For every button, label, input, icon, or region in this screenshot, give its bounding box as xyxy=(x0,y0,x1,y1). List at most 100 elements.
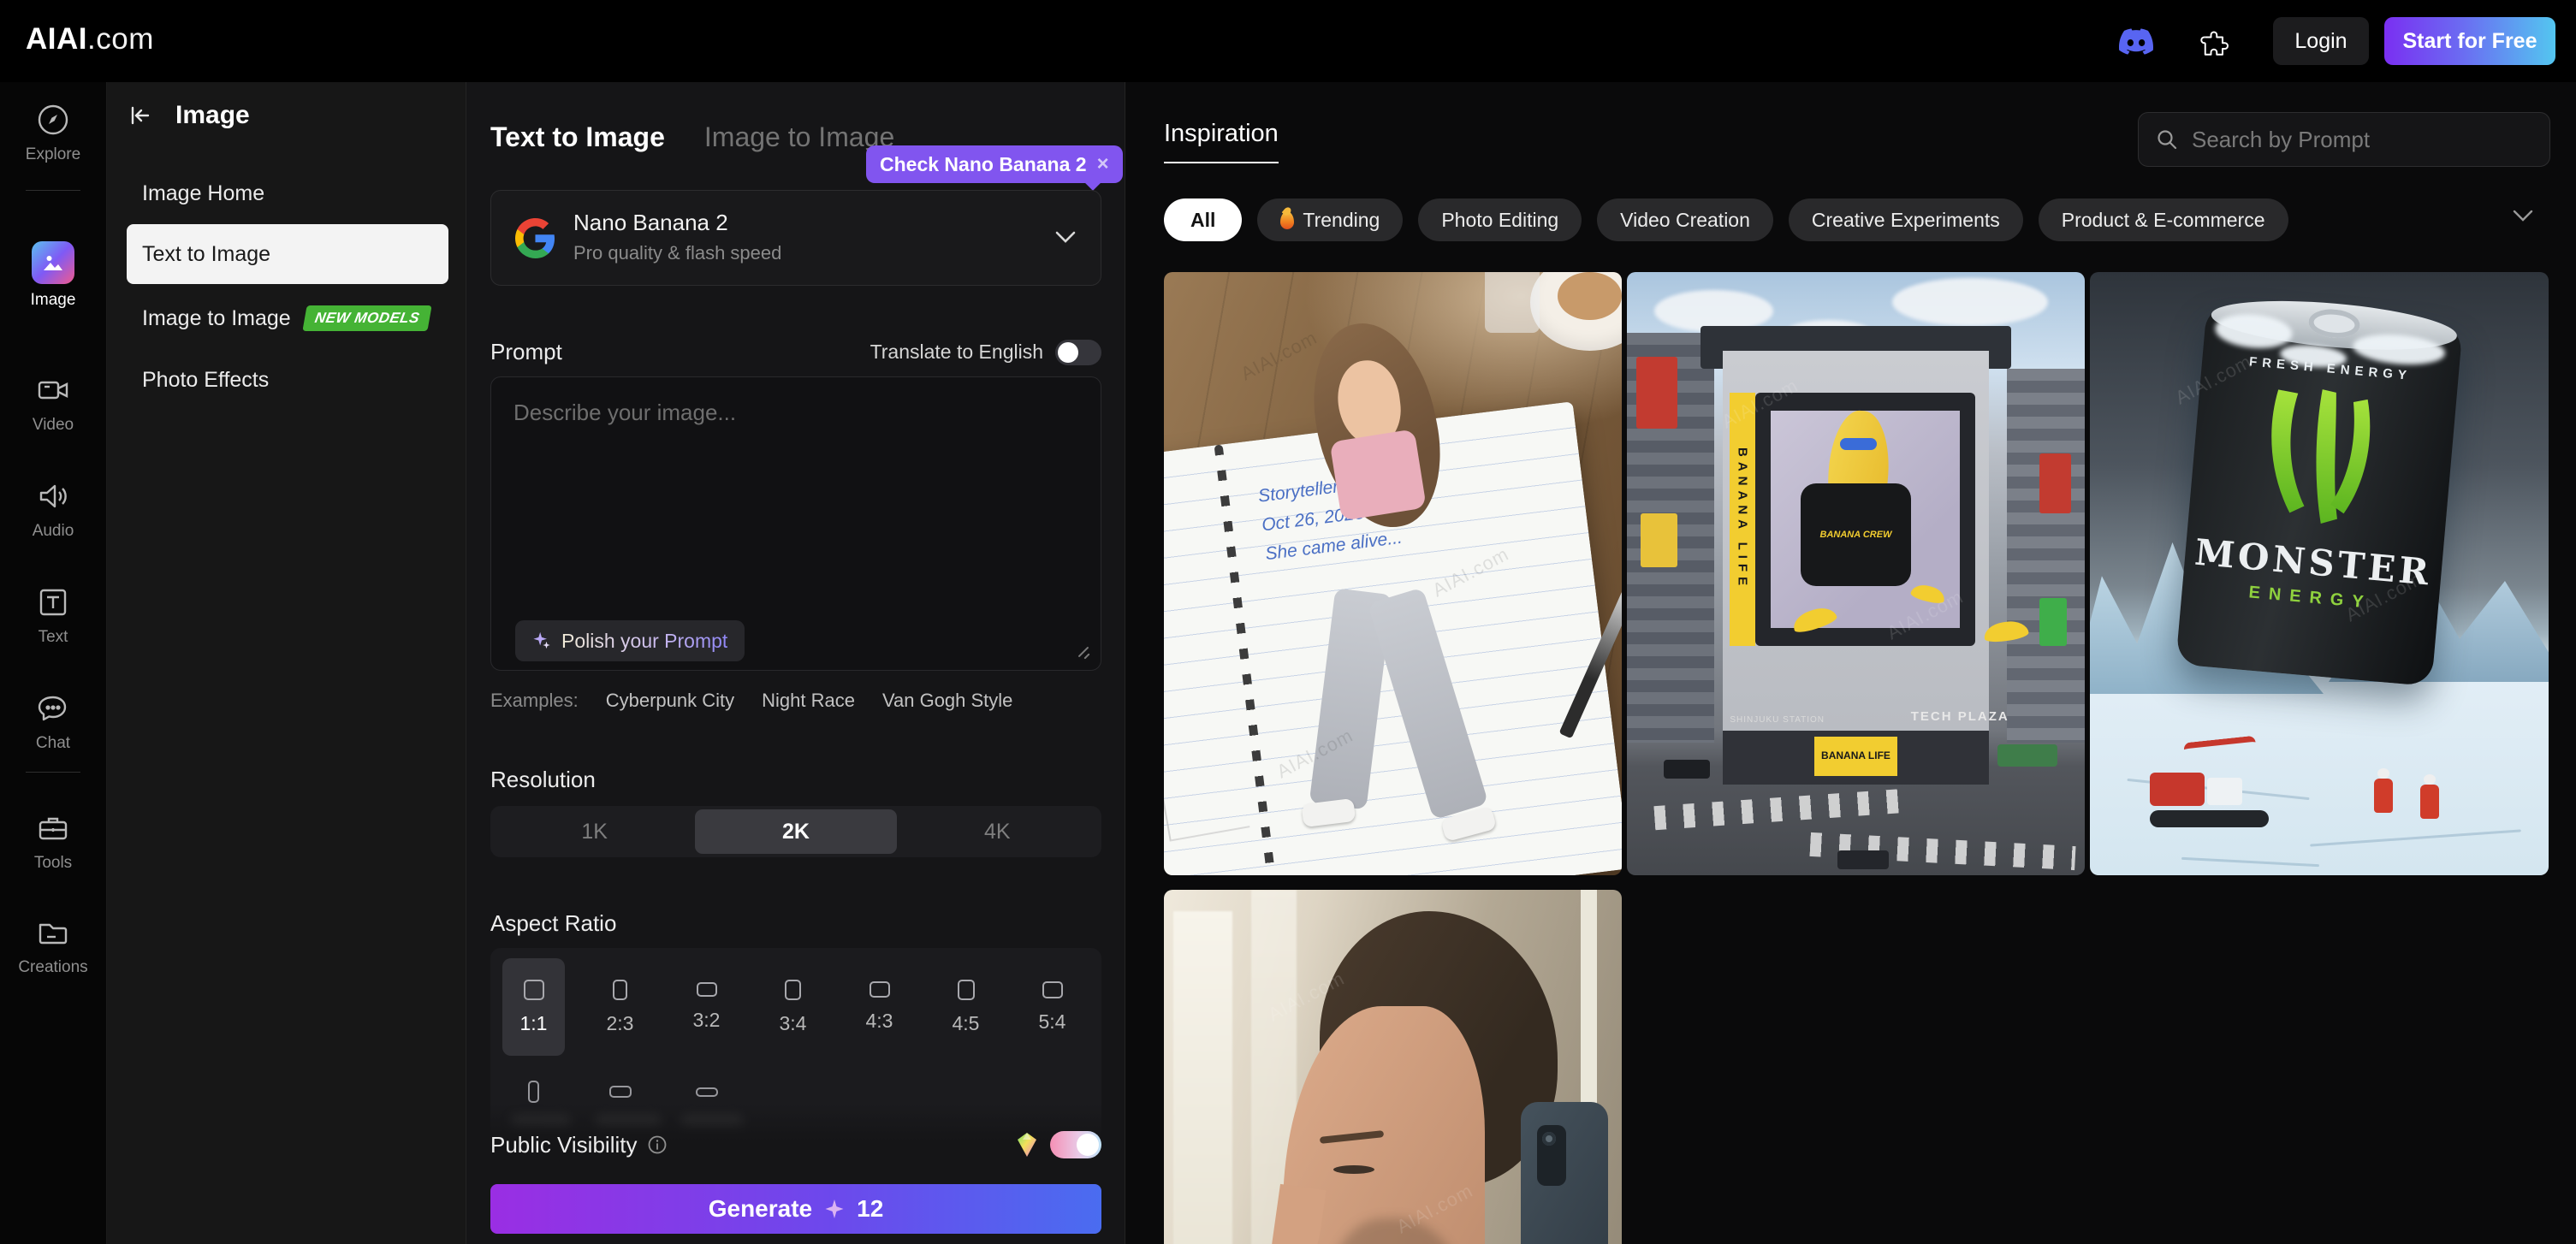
ratio-16-9-icon xyxy=(609,1086,632,1098)
flame-icon xyxy=(1280,211,1294,229)
example-night-race[interactable]: Night Race xyxy=(762,690,855,712)
logo-text-rest: .com xyxy=(87,22,154,56)
resolution-option-2k[interactable]: 2K xyxy=(695,809,896,854)
ratio-21-9-tile[interactable] xyxy=(675,1068,738,1116)
inspiration-card-monster-glacier[interactable]: FRESH ENERGY MONSTER ENERGY xyxy=(2090,272,2549,875)
ratio-label: 4:3 xyxy=(866,1010,893,1033)
inspiration-card-man-phone[interactable]: AIAI.com AIAI.com xyxy=(1164,890,1622,1244)
tooltip-close-icon[interactable]: × xyxy=(1097,152,1109,176)
ratio-1-1-tile[interactable]: 1:1 xyxy=(502,958,565,1056)
extension-puzzle-icon[interactable] xyxy=(2198,24,2232,58)
search-input[interactable] xyxy=(2192,127,2517,153)
ratio-2-3-tile[interactable]: 2:3 xyxy=(589,958,651,1056)
chip-product-ecommerce[interactable]: Product & E-commerce xyxy=(2039,198,2288,241)
prompt-input[interactable] xyxy=(491,377,1101,583)
rail-label: Chat xyxy=(36,734,70,753)
ratio-label: 3:4 xyxy=(780,1012,807,1035)
inspiration-card-girl-sketchbook[interactable]: Storyteller's Draft Oct 26, 2023 She cam… xyxy=(1164,272,1622,875)
public-visibility-row: Public Visibility xyxy=(490,1131,1101,1158)
sidebar-item-image-to-image[interactable]: Image to Image NEW MODELS xyxy=(127,298,448,339)
chip-creative-experiments[interactable]: Creative Experiments xyxy=(1789,198,2023,241)
category-chips: All Trending Photo Editing Video Creatio… xyxy=(1164,198,2288,241)
start-for-free-button[interactable]: Start for Free xyxy=(2384,17,2555,65)
inspiration-card-banana-city[interactable]: BANANA LIFE BANANA CREW SHINJUKU STATION… xyxy=(1627,272,2085,875)
collapse-sidebar-icon[interactable] xyxy=(128,104,151,127)
chevron-down-icon xyxy=(1054,230,1077,244)
model-selector[interactable]: Nano Banana 2 Pro quality & flash speed xyxy=(490,190,1101,286)
translate-row: Translate to English xyxy=(870,340,1101,365)
example-cyberpunk-city[interactable]: Cyberpunk City xyxy=(606,690,734,712)
google-logo-icon xyxy=(515,218,555,258)
rail-item-image[interactable]: Image xyxy=(0,241,106,310)
crosswalk-shape xyxy=(1653,788,1906,829)
chip-video-creation[interactable]: Video Creation xyxy=(1597,198,1773,241)
ratio-label: 2:3 xyxy=(607,1012,634,1035)
ratio-9-16-tile[interactable] xyxy=(502,1068,565,1116)
rail-item-explore[interactable]: Explore xyxy=(0,101,106,164)
explore-compass-icon xyxy=(34,101,72,139)
rail-item-creations[interactable]: Creations xyxy=(0,914,106,977)
translate-toggle[interactable] xyxy=(1055,340,1101,365)
rail-item-audio[interactable]: Audio xyxy=(0,477,106,541)
sidebar-item-label: Image to Image xyxy=(142,306,291,331)
ratio-label: 4:5 xyxy=(953,1012,980,1035)
folder-icon xyxy=(34,914,72,951)
search-icon xyxy=(2156,128,2178,151)
chips-expand-chevron-icon[interactable] xyxy=(2512,209,2534,222)
resolution-option-4k[interactable]: 4K xyxy=(897,809,1098,854)
ratio-4-5-tile[interactable]: 4:5 xyxy=(935,958,997,1056)
discord-icon[interactable] xyxy=(2119,24,2153,58)
tab-text-to-image[interactable]: Text to Image xyxy=(490,121,665,153)
app-root: AIAI.com Login Start for Free Explore Im… xyxy=(0,0,2576,1244)
banana-life-vertical-sign: BANANA LIFE xyxy=(1730,393,1754,646)
rail-label: Explore xyxy=(26,145,80,164)
ratio-5-4-tile[interactable]: 5:4 xyxy=(1021,958,1083,1056)
toggle-knob xyxy=(1058,342,1078,363)
login-button[interactable]: Login xyxy=(2273,17,2369,65)
ratio-3-2-tile[interactable]: 3:2 xyxy=(675,958,738,1056)
image-sidebar: Image Image Home Text to Image Image to … xyxy=(107,82,466,1244)
phone-shape xyxy=(1521,1102,1608,1244)
sidebar-item-label: Text to Image xyxy=(142,242,270,267)
hiker-figure-shape xyxy=(2374,779,2393,813)
example-van-gogh-style[interactable]: Van Gogh Style xyxy=(882,690,1012,712)
search-box[interactable] xyxy=(2138,112,2550,167)
sidebar-item-photo-effects[interactable]: Photo Effects xyxy=(127,359,448,400)
image-gradient-icon xyxy=(32,241,74,284)
snowcat-vehicle-shape xyxy=(2150,767,2269,827)
rail-item-text[interactable]: Text xyxy=(0,583,106,647)
coffee-surface-shape xyxy=(1558,272,1622,320)
briefcase-icon xyxy=(34,809,72,847)
building-shape xyxy=(2007,369,2085,743)
watermark: AIAI.com xyxy=(1237,326,1321,385)
textarea-resize-handle[interactable] xyxy=(1075,644,1090,660)
rail-item-video[interactable]: Video xyxy=(0,371,106,435)
logo-text-bold: AIAI xyxy=(26,22,87,56)
chip-all[interactable]: All xyxy=(1164,198,1242,241)
sidebar-item-image-home[interactable]: Image Home xyxy=(127,175,448,212)
sidebar-item-text-to-image[interactable]: Text to Image xyxy=(127,224,448,284)
aspect-ratio-label: Aspect Ratio xyxy=(490,910,616,937)
model-name: Nano Banana 2 xyxy=(573,210,728,236)
city-sign-shape xyxy=(1636,357,1677,429)
top-bar: AIAI.com Login Start for Free xyxy=(0,0,2576,82)
rail-item-chat[interactable]: Chat xyxy=(0,690,106,753)
rail-item-tools[interactable]: Tools xyxy=(0,809,106,873)
examples-row: Examples: Cyberpunk City Night Race Van … xyxy=(490,690,1012,712)
tab-image-to-image[interactable]: Image to Image xyxy=(704,121,894,153)
ratio-3-4-tile[interactable]: 3:4 xyxy=(762,958,824,1056)
ratio-4-3-tile[interactable]: 4:3 xyxy=(848,958,911,1056)
polish-prompt-button[interactable]: Polish your Prompt xyxy=(515,620,745,661)
chip-trending[interactable]: Trending xyxy=(1257,198,1403,241)
generate-button[interactable]: Generate 12 xyxy=(490,1184,1101,1234)
cutoff-label-blur xyxy=(511,1116,571,1128)
chip-photo-editing[interactable]: Photo Editing xyxy=(1418,198,1582,241)
ratio-16-9-tile[interactable] xyxy=(589,1068,651,1116)
info-icon[interactable] xyxy=(647,1134,668,1155)
resolution-option-1k[interactable]: 1K xyxy=(494,809,695,854)
ratio-4-3-icon xyxy=(870,981,890,998)
site-logo[interactable]: AIAI.com xyxy=(26,22,154,56)
energy-can-shape: FRESH ENERGY MONSTER ENERGY xyxy=(2175,304,2463,687)
resolution-label: Resolution xyxy=(490,767,596,793)
public-visibility-toggle[interactable] xyxy=(1050,1131,1101,1158)
